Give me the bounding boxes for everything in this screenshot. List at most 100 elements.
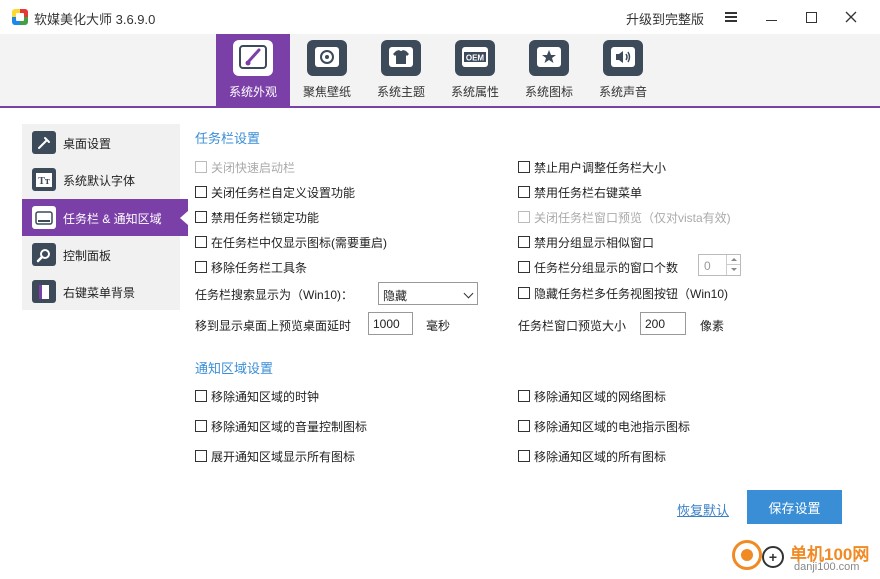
oem-icon: OEM [455,40,495,76]
app-title: 软媒美化大师 3.6.9.0 [34,12,156,27]
close-window-preview-checkbox[interactable]: 关闭任务栏窗口预览（仅对vista有效) [518,209,731,225]
context-menu-icon [32,280,56,303]
tshirt-icon [381,40,421,76]
sidebar-item-label: 桌面设置 [63,137,112,151]
preview-delay-label: 移到显示桌面上预览桌面延时 [195,319,352,333]
checkbox-label: 禁用任务栏右键菜单 [534,185,643,200]
tab-label: 系统属性 [450,85,499,99]
minimize-button[interactable] [751,0,791,34]
checkbox-box [518,390,530,402]
checkbox-box [518,287,530,299]
font-icon: Tт [32,168,56,191]
svg-text:OEM: OEM [466,54,485,63]
remove-toolbar-checkbox[interactable]: 移除任务栏工具条 [195,259,307,275]
search-display-label: 任务栏搜索显示为（Win10)： [195,288,354,302]
icons-only-checkbox[interactable]: 在任务栏中仅显示图标(需要重启) [195,234,387,250]
tab-label: 聚焦壁纸 [302,85,351,99]
checkbox-box [195,236,207,248]
close-button[interactable] [831,0,871,34]
tab-system-theme[interactable]: 系统主题 [364,34,438,108]
checkbox-label: 在任务栏中仅显示图标(需要重启) [211,235,387,250]
sidebar-item-label: 任务栏 & 通知区域 [63,212,162,226]
preview-size-unit: 像素 [700,319,725,333]
checkbox-box [195,261,207,273]
checkbox-box [518,161,530,173]
speaker-icon [603,40,643,76]
checkbox-box [195,186,207,198]
sidebar-item-context-menu[interactable]: 右键菜单背景 [22,273,180,310]
sidebar-item-control-panel[interactable]: 控制面板 [22,236,180,273]
checkbox-box [518,261,530,273]
disable-grouping-checkbox[interactable]: 禁用分组显示相似窗口 [518,234,654,250]
close-quick-launch-checkbox[interactable]: 关闭快速启动栏 [195,159,295,175]
tab-label: 系统外观 [228,85,277,99]
tab-focus-wallpaper[interactable]: 聚焦壁纸 [290,34,364,108]
disable-taskbar-lock-checkbox[interactable]: 禁用任务栏锁定功能 [195,209,319,225]
stepper-up-icon[interactable] [726,255,740,265]
sidebar-item-default-font[interactable]: Tт 系统默认字体 [22,161,180,198]
checkbox-label: 移除通知区域的所有图标 [534,449,667,464]
preview-delay-unit: 毫秒 [426,319,451,333]
prevent-resize-checkbox[interactable]: 禁止用户调整任务栏大小 [518,159,666,175]
remove-network-checkbox[interactable]: 移除通知区域的网络图标 [518,388,666,404]
checkbox-box [195,161,207,173]
menu-button[interactable] [711,0,751,34]
tab-label: 系统声音 [598,85,647,99]
tab-system-appearance[interactable]: 系统外观 [216,34,290,108]
desktop-settings-icon [32,131,56,154]
tab-system-sounds[interactable]: 系统声音 [586,34,660,108]
remove-all-icons-checkbox[interactable]: 移除通知区域的所有图标 [518,448,666,464]
stepper-value: 0 [704,259,711,273]
save-settings-button[interactable]: 保存设置 [747,490,842,524]
remove-battery-checkbox[interactable]: 移除通知区域的电池指示图标 [518,418,690,434]
remove-clock-checkbox[interactable]: 移除通知区域的时钟 [195,388,319,404]
maximize-button[interactable] [791,0,831,34]
disable-taskbar-customize-checkbox[interactable]: 关闭任务栏自定义设置功能 [195,184,355,200]
preview-delay-input[interactable] [368,312,413,335]
search-display-select[interactable]: 隐藏 [378,282,478,305]
taskbar-icon [32,206,56,229]
stepper-down-icon[interactable] [726,265,740,275]
hide-task-view-checkbox[interactable]: 隐藏任务栏多任务视图按钮（Win10) [518,285,728,301]
control-panel-icon [32,243,56,266]
checkbox-label: 关闭任务栏自定义设置功能 [211,185,356,200]
restore-defaults-link[interactable]: 恢复默认 [677,500,729,519]
remove-volume-checkbox[interactable]: 移除通知区域的音量控制图标 [195,418,367,434]
sidebar-item-taskbar[interactable]: 任务栏 & 通知区域 [22,199,188,236]
checkbox-label: 移除通知区域的电池指示图标 [534,419,691,434]
tab-system-properties[interactable]: OEM 系统属性 [438,34,512,108]
checkbox-label: 关闭任务栏窗口预览（仅对vista有效) [534,210,731,225]
watermark-site-url: danji100.com [794,561,860,573]
notify-section-title: 通知区域设置 [195,361,274,376]
star-icon [529,40,569,76]
disable-context-menu-checkbox[interactable]: 禁用任务栏右键菜单 [518,184,642,200]
checkbox-label: 隐藏任务栏多任务视图按钮（Win10) [534,286,729,301]
preview-size-input[interactable] [640,312,686,335]
svg-text:Tт: Tт [38,176,50,187]
watermark-plus-icon: + [762,546,784,568]
chevron-down-icon [463,288,474,299]
group-count-stepper[interactable]: 0 [698,254,741,276]
sidebar-item-label: 右键菜单背景 [63,286,136,300]
watermark-logo-icon [732,540,762,570]
checkbox-label: 禁用任务栏锁定功能 [211,210,320,225]
tab-system-icons[interactable]: 系统图标 [512,34,586,108]
sidebar-item-desktop[interactable]: 桌面设置 [22,124,180,161]
checkbox-box [195,211,207,223]
checkbox-box [195,420,207,432]
taskbar-section-title: 任务栏设置 [195,131,261,146]
close-icon [845,11,857,23]
sidebar: 桌面设置 Tт 系统默认字体 任务栏 & 通知区域 控制面板 右键菜单背景 [22,124,188,310]
checkbox-label: 任务栏分组显示的窗口个数 [534,260,679,275]
minimize-icon [765,19,777,21]
preview-size-label: 任务栏窗口预览大小 [518,319,627,333]
show-all-icons-checkbox[interactable]: 展开通知区域显示所有图标 [195,448,355,464]
checkbox-box [195,450,207,462]
upgrade-link[interactable]: 升级到完整版 [626,9,704,28]
sidebar-item-label: 控制面板 [63,249,112,263]
checkbox-box [518,450,530,462]
checkbox-label: 展开通知区域显示所有图标 [211,449,356,464]
checkbox-label: 关闭快速启动栏 [211,160,296,175]
group-window-count-checkbox[interactable]: 任务栏分组显示的窗口个数 [518,259,678,275]
tab-label: 系统主题 [376,85,425,99]
